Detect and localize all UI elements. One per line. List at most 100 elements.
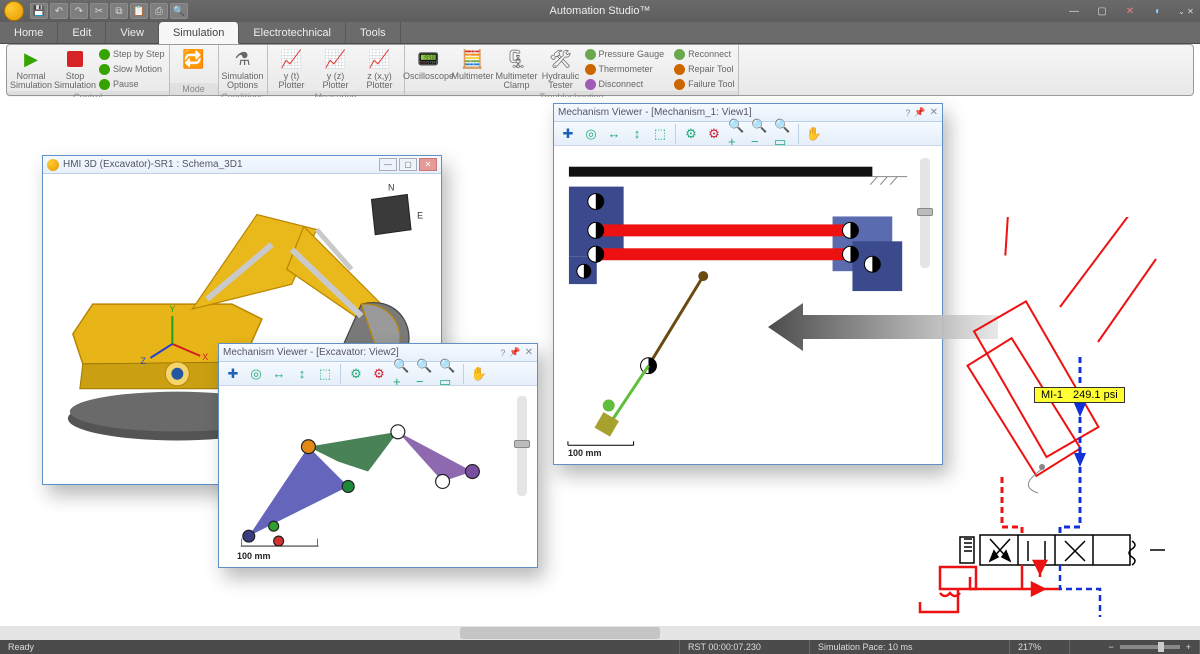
close-icon[interactable]: ✕ — [525, 347, 533, 358]
zoom-in-button[interactable]: 🔍+ — [727, 124, 747, 144]
tab-electrotechnical[interactable]: Electrotechnical — [239, 22, 346, 43]
zoom-out-button[interactable]: 🔍− — [415, 364, 435, 384]
gauge-name: MI-1 — [1041, 389, 1063, 401]
pin-icon[interactable]: 📌 — [914, 107, 925, 118]
tab-simulation[interactable]: Simulation — [159, 22, 239, 44]
fit-v-button[interactable]: ↕ — [292, 364, 312, 384]
mech-small-titlebar[interactable]: Mechanism Viewer - [Excavator: View2] ? … — [219, 344, 537, 362]
reconnect[interactable]: Reconnect — [674, 47, 734, 61]
maximize-icon[interactable]: ▢ — [399, 158, 417, 171]
yz-plotter[interactable]: 📈y (z)Plotter — [316, 47, 356, 91]
zoom-out-button[interactable]: 🔍− — [750, 124, 770, 144]
hand-button[interactable]: ✋ — [804, 124, 824, 144]
maximize-button[interactable]: ▢ — [1088, 1, 1116, 21]
zoom-sel-button[interactable]: 🔍▭ — [438, 364, 458, 384]
zoom-sel-button[interactable]: 🔍▭ — [773, 124, 793, 144]
fit-h-button[interactable]: ↔ — [269, 364, 289, 384]
pause[interactable]: Pause — [99, 77, 165, 91]
mode-toggle[interactable]: 🔁 — [174, 47, 214, 72]
disconnect[interactable]: Disconnect — [585, 77, 665, 91]
close-icon[interactable]: ✕ — [419, 158, 437, 171]
svg-text:Y: Y — [169, 304, 175, 314]
zoom-slider[interactable] — [517, 396, 527, 496]
status-zoom-controls[interactable]: − + — [1070, 640, 1200, 654]
scale-label: 100 mm — [568, 448, 602, 458]
svg-text:N: N — [388, 183, 394, 193]
hmi-3d-title: HMI 3D (Excavator)-SR1 : Schema_3D1 — [63, 159, 243, 170]
settings-button[interactable]: ⚙ — [346, 364, 366, 384]
zoom-button[interactable]: 🔍 — [170, 3, 188, 19]
workspace: HMI 3D (Excavator)-SR1 : Schema_3D1 — ▢ … — [0, 97, 1200, 640]
close-icon[interactable]: ✕ — [930, 107, 938, 118]
minimize-icon[interactable]: — — [379, 158, 397, 171]
plus-button[interactable]: ✚ — [223, 364, 243, 384]
zxy-plotter[interactable]: 📈z (x,y)Plotter — [360, 47, 400, 91]
mechanism-viewer-small[interactable]: Mechanism Viewer - [Excavator: View2] ? … — [218, 343, 538, 568]
hand-button[interactable]: ✋ — [469, 364, 489, 384]
redgear-button[interactable]: ⚙ — [369, 364, 389, 384]
help-icon[interactable]: ? — [500, 348, 505, 358]
repair-tool[interactable]: Repair Tool — [674, 62, 734, 76]
save-button[interactable]: 💾 — [30, 3, 48, 19]
oscilloscope[interactable]: 📟Oscilloscope — [409, 47, 449, 81]
hmi-3d-titlebar[interactable]: HMI 3D (Excavator)-SR1 : Schema_3D1 — ▢ … — [43, 156, 441, 174]
title-bar: 💾↶↷✂⧉📋⎙🔍 Automation Studio™ — ▢ ✕ ◐ ⌄ ✕ — [0, 0, 1200, 22]
linkage-diagram-small: || — [219, 386, 537, 567]
yt-plotter[interactable]: 📈y (t)Plotter — [272, 47, 312, 91]
multimeter[interactable]: 🧮Multimeter — [453, 47, 493, 81]
ribbon-group-mode: 🔁 Mode — [170, 45, 219, 95]
status-zoom[interactable]: 217% — [1010, 640, 1070, 654]
mechanism-viewer-large[interactable]: Mechanism Viewer - [Mechanism_1: View1] … — [553, 103, 943, 465]
mech-large-titlebar[interactable]: Mechanism Viewer - [Mechanism_1: View1] … — [554, 104, 942, 122]
step-by-step[interactable]: Step by Step — [99, 47, 165, 61]
status-bar: Ready RST 00:00:07.230 Simulation Pace: … — [0, 640, 1200, 654]
hydraulic-tester[interactable]: 🛠HydraulicTester — [541, 47, 581, 91]
stop-simulation[interactable]: StopSimulation — [55, 47, 95, 91]
scrollbar-thumb[interactable] — [460, 627, 660, 639]
group-label: Mode — [170, 83, 218, 95]
status-rst: RST 00:00:07.230 — [680, 640, 810, 654]
multimeter-clamp[interactable]: 🗜MultimeterClamp — [497, 47, 537, 91]
zoom-in-icon[interactable]: + — [1186, 642, 1191, 652]
mech-large-toolbar: ✚◎↔↕⬚⚙⚙🔍+🔍−🔍▭✋ — [554, 122, 942, 146]
simulation-options[interactable]: ⚗SimulationOptions — [223, 47, 263, 91]
tab-view[interactable]: View — [106, 22, 159, 43]
thermometer[interactable]: Thermometer — [585, 62, 665, 76]
settings-button[interactable]: ⚙ — [681, 124, 701, 144]
tab-home[interactable]: Home — [0, 22, 58, 43]
svg-text:X: X — [202, 352, 208, 362]
menu-chevron[interactable]: ⌄ ✕ — [1172, 1, 1200, 21]
redgear-button[interactable]: ⚙ — [704, 124, 724, 144]
help-icon[interactable]: ? — [905, 108, 910, 118]
fit-h-button[interactable]: ↔ — [604, 124, 624, 144]
tab-edit[interactable]: Edit — [58, 22, 106, 43]
failure-tool[interactable]: Failure Tool — [674, 77, 734, 91]
print-button[interactable]: ⎙ — [150, 3, 168, 19]
zoom-in-button[interactable]: 🔍+ — [392, 364, 412, 384]
pressure-gauge[interactable]: Pressure Gauge — [585, 47, 665, 61]
zoom-out-icon[interactable]: − — [1108, 642, 1113, 652]
slow-motion[interactable]: Slow Motion — [99, 62, 165, 76]
tab-tools[interactable]: Tools — [346, 22, 401, 43]
quick-access-toolbar: 💾↶↷✂⧉📋⎙🔍 — [30, 3, 188, 19]
pin-icon[interactable]: 📌 — [509, 347, 520, 358]
mech-small-viewport[interactable]: || 100 mm — [219, 386, 537, 567]
undo-button[interactable]: ↶ — [50, 3, 68, 19]
pressure-readout: MI-1 249.1 psi — [1034, 387, 1125, 403]
minimize-button[interactable]: — — [1060, 1, 1088, 21]
cut-button[interactable]: ✂ — [90, 3, 108, 19]
horizontal-scrollbar[interactable] — [0, 626, 1200, 640]
normal-simulation[interactable]: ▶NormalSimulation — [11, 47, 51, 91]
dim-button[interactable]: ⬚ — [650, 124, 670, 144]
target-button[interactable]: ◎ — [246, 364, 266, 384]
copy-button[interactable]: ⧉ — [110, 3, 128, 19]
close-button[interactable]: ✕ — [1116, 1, 1144, 21]
plus-button[interactable]: ✚ — [558, 124, 578, 144]
svg-text:E: E — [417, 211, 423, 221]
paste-button[interactable]: 📋 — [130, 3, 148, 19]
fit-v-button[interactable]: ↕ — [627, 124, 647, 144]
target-button[interactable]: ◎ — [581, 124, 601, 144]
dim-button[interactable]: ⬚ — [315, 364, 335, 384]
help-button[interactable]: ◐ — [1144, 1, 1172, 21]
redo-button[interactable]: ↷ — [70, 3, 88, 19]
